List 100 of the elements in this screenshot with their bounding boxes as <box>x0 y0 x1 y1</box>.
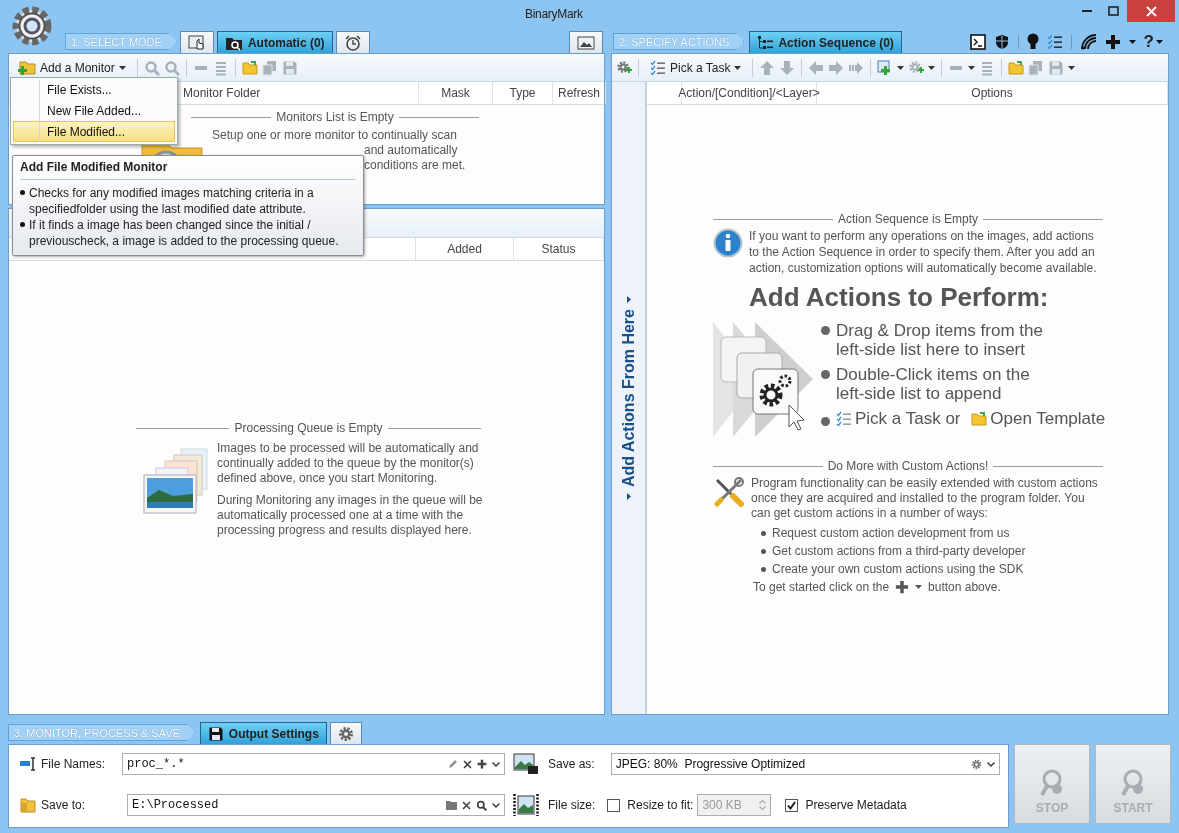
window-title: BinaryMark <box>525 7 583 21</box>
plus-icon[interactable] <box>477 759 487 769</box>
file-names-input[interactable]: proc_*.* <box>127 757 443 771</box>
caret-icon[interactable] <box>734 65 742 70</box>
column-header: Added <box>416 238 514 260</box>
open-folder-icon[interactable] <box>241 59 258 76</box>
add-monitor-button[interactable]: Add a Monitor <box>13 56 131 79</box>
bullet-icon <box>761 548 766 554</box>
shield-icon[interactable] <box>993 33 1010 50</box>
field-label: Save to: <box>41 798 86 812</box>
checklist-icon <box>650 59 666 76</box>
folder-icon <box>971 410 988 427</box>
close-button[interactable] <box>1127 0 1175 22</box>
caret-icon[interactable] <box>987 761 995 767</box>
checkbox[interactable] <box>785 798 799 812</box>
caret-icon[interactable] <box>1068 65 1076 70</box>
caret-icon[interactable] <box>118 65 126 70</box>
instruction-text: Pick a Task or <box>855 409 961 428</box>
empty-list-text: conditions are met. <box>364 158 466 173</box>
bullet-icon <box>821 416 830 426</box>
pick-task-button[interactable]: Pick a Task <box>645 56 747 79</box>
save-as-dropdown[interactable]: JPEG: 80% Progressive Optimized <box>610 753 1000 775</box>
heading: Add Actions to Perform: <box>749 282 1050 313</box>
tooltip-text: If it finds a image has been changed since the initial / previouscheck, a image is added to the processing queue. <box>29 217 340 249</box>
bullet-icon <box>761 530 766 536</box>
plus-icon[interactable] <box>1104 33 1121 50</box>
pencil-icon[interactable] <box>448 759 458 769</box>
rename-icon <box>19 756 37 772</box>
column-header: Type <box>493 82 553 104</box>
caret-icon[interactable] <box>1128 39 1136 44</box>
field-label: File size: <box>548 798 596 812</box>
save-to-input[interactable]: E:\Processed <box>132 798 441 812</box>
bullet-icon <box>20 222 25 227</box>
caret-icon[interactable] <box>1156 39 1163 44</box>
caret-icon[interactable] <box>492 761 500 767</box>
checkbox-label: Preserve Metadata <box>805 798 907 812</box>
add-folder-icon <box>18 59 36 76</box>
checkbox[interactable] <box>607 798 621 812</box>
console-icon[interactable] <box>969 33 986 50</box>
clear-icon[interactable] <box>462 800 471 810</box>
save-to-field[interactable]: E:\Processed <box>127 794 505 816</box>
side-panel[interactable]: Add Actions From Here <box>612 82 646 714</box>
open-template-icon[interactable] <box>1008 59 1025 76</box>
empty-queue-text: During Monitoring any images in the queue will be automatically processed one at a time with the processing progress and results displayed here. <box>217 493 484 538</box>
help-button[interactable]: ? <box>1143 31 1163 52</box>
caret-icon[interactable] <box>915 585 923 589</box>
side-panel-label: Add Actions From Here <box>619 308 638 488</box>
plus-icon <box>895 580 910 594</box>
action-sequence-tab[interactable]: Action Sequence (0) <box>749 31 902 53</box>
automatic-tab[interactable]: Automatic (0) <box>216 31 333 53</box>
caret-icon[interactable] <box>928 65 936 70</box>
output-settings-tab[interactable]: Output Settings <box>199 722 327 744</box>
column-header: Status <box>514 238 604 260</box>
bullet-icon <box>821 370 830 379</box>
save-as-icon <box>513 753 539 775</box>
tooltip-text: Checks for any modified images matching criteria in a specifiedfolder using the last modified date attribute. <box>29 185 315 217</box>
checklist-icon <box>836 410 852 427</box>
save-icon <box>207 725 224 742</box>
search-icon[interactable] <box>476 799 487 811</box>
file-names-field[interactable]: proc_*.* <box>122 753 505 775</box>
empty-queue-title: Processing Queue is Empty <box>136 421 481 435</box>
tools-icon <box>713 476 745 508</box>
signal-icon[interactable] <box>1079 33 1097 50</box>
caret-icon <box>626 493 631 501</box>
menu-item[interactable]: File Modified... <box>13 121 175 142</box>
mode-tab[interactable] <box>179 31 214 53</box>
image-preview-tab[interactable] <box>569 31 603 53</box>
menu-item[interactable]: New File Added... <box>13 100 175 122</box>
step-label: 2. SPECIFY ACTIONS <box>613 33 745 50</box>
mode-tab[interactable] <box>335 31 370 53</box>
save-as-input[interactable]: JPEG: 80% Progressive Optimized <box>615 757 966 771</box>
caret-icon[interactable] <box>968 65 976 70</box>
column-header: Mask <box>419 82 493 104</box>
column-header: Refresh <box>553 82 606 104</box>
instruction-text: Open Template <box>990 409 1106 428</box>
caret-icon[interactable] <box>897 65 905 70</box>
folder-icon[interactable] <box>446 800 457 810</box>
gear-logo-icon[interactable] <box>10 4 54 48</box>
gear-icon <box>337 725 354 742</box>
lightbulb-icon[interactable] <box>1026 33 1039 50</box>
alarm-clock-icon <box>343 34 362 51</box>
clear-icon[interactable] <box>463 759 472 769</box>
add-action-icon[interactable] <box>616 59 632 76</box>
caret-icon[interactable] <box>492 802 500 808</box>
file-size-icon <box>513 793 539 817</box>
menu-item[interactable]: File Exists... <box>13 80 175 101</box>
step-label: 1. SELECT MODE <box>65 33 177 50</box>
gear-icon[interactable] <box>971 758 982 770</box>
checklist-icon[interactable] <box>1046 33 1063 50</box>
empty-list-text: Setup one or more monitor to continually scan <box>212 128 457 143</box>
magnifier-icon <box>1120 769 1146 797</box>
info-icon <box>713 228 743 258</box>
instruction-text: Drag & Drop items from the left-side list here to insert <box>836 321 1044 359</box>
custom-actions-item: Create your own custom actions using the SDK <box>772 561 1024 578</box>
step-label: 3. MONITOR, PROCESS & SAVE <box>8 724 195 741</box>
empty-sequence-title: Action Sequence is Empty <box>713 212 1103 226</box>
custom-actions-title: Do More with Custom Actions! <box>713 459 1103 473</box>
empty-list-text: and automatically <box>364 143 458 158</box>
maximize-icon <box>1107 6 1119 16</box>
settings-tab[interactable] <box>329 722 362 744</box>
